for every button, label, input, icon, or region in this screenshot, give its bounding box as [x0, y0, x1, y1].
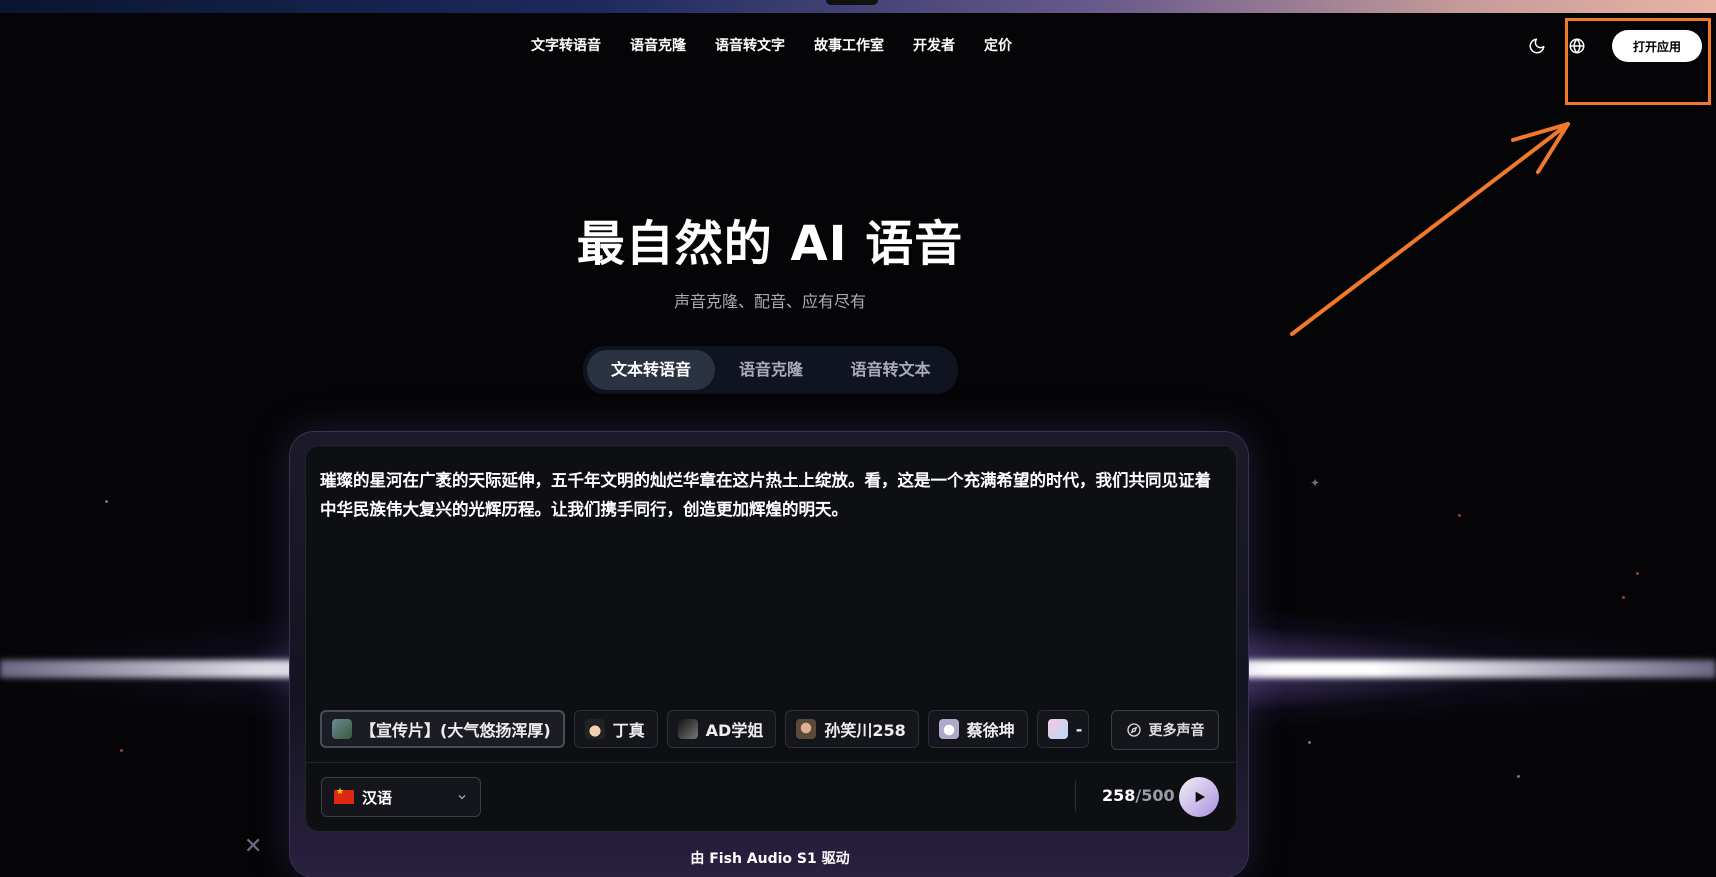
browser-top-strip — [0, 0, 1716, 13]
voice-chip[interactable]: 孙笑川258 — [785, 710, 919, 748]
tab-voice-clone[interactable]: 语音克隆 — [715, 350, 827, 390]
star — [1622, 596, 1625, 599]
play-icon — [1195, 791, 1205, 803]
voice-chip[interactable]: AD学姐 — [666, 710, 777, 748]
char-max: /500 — [1135, 786, 1175, 805]
top-notch — [826, 0, 878, 5]
play-button[interactable] — [1179, 777, 1219, 817]
language-label: 汉语 — [362, 788, 393, 807]
powered-by: 由 Fish Audio S1 驱动 — [690, 851, 850, 867]
footer-separator — [1075, 781, 1076, 811]
star — [1517, 775, 1520, 778]
voice-chip[interactable]: 【宣传片】(大气悠扬浑厚) — [320, 710, 565, 748]
nav-item-tts[interactable]: 文字转语音 — [531, 36, 601, 56]
panel-divider — [305, 762, 1235, 763]
voice-name: 蔡徐坤 — [966, 721, 1015, 740]
annotation-highlight-box — [1565, 18, 1711, 105]
char-counter: 258/500 — [1102, 786, 1175, 805]
star — [120, 749, 123, 752]
voice-name: 【宣传片】(大气悠扬浑厚) — [360, 721, 551, 740]
main-nav: 文字转语音 语音克隆 语音转文字 故事工作室 开发者 定价 — [531, 36, 1012, 56]
hero-subtitle: 声音克隆、配音、应有尽有 — [673, 292, 866, 311]
voice-name: 孙笑川258 — [824, 721, 906, 740]
voice-avatar — [584, 719, 605, 739]
chevron-down-icon — [458, 795, 466, 800]
tts-text-input[interactable]: 璀璨的星河在广袤的天际延伸，五千年文明的灿烂华章在这片热土上绽放。看，这是一个充… — [320, 466, 1220, 524]
sparkle-icon: ✦ — [1310, 476, 1321, 490]
china-flag-icon — [334, 787, 354, 804]
voice-avatar — [796, 719, 817, 739]
voice-name: - — [1075, 719, 1083, 739]
more-voices-label: 更多声音 — [1148, 723, 1205, 739]
hero-title: 最自然的 AI 语音 — [576, 216, 964, 272]
nav-item-pricing[interactable]: 定价 — [984, 36, 1012, 56]
more-voices-button[interactable]: 更多声音 — [1111, 710, 1219, 750]
voice-avatar — [677, 719, 698, 739]
tab-tts[interactable]: 文本转语音 — [587, 350, 715, 390]
nav-item-stt[interactable]: 语音转文字 — [715, 36, 785, 56]
nav-item-developers[interactable]: 开发者 — [913, 36, 955, 56]
mode-tabs: 文本转语音 语音克隆 语音转文本 — [583, 346, 958, 394]
language-select[interactable]: 汉语 — [321, 777, 481, 817]
voice-list: 【宣传片】(大气悠扬浑厚) 丁真 AD学姐 孙笑川258 蔡徐坤 - — [320, 710, 1089, 750]
voice-chip[interactable]: 蔡徐坤 — [927, 710, 1028, 748]
nav-item-voice-clone[interactable]: 语音克隆 — [630, 36, 686, 56]
voice-name: 丁真 — [612, 721, 645, 740]
voice-avatar — [332, 719, 352, 739]
voice-avatar — [1047, 719, 1068, 739]
voice-avatar — [938, 719, 959, 739]
compass-icon — [1126, 723, 1141, 737]
voice-chip[interactable]: 丁真 — [573, 710, 658, 748]
star — [105, 500, 108, 503]
star — [1636, 572, 1639, 575]
voice-chip[interactable]: - — [1036, 710, 1089, 748]
voice-name: AD学姐 — [705, 721, 764, 740]
star — [1458, 514, 1461, 517]
moon-icon[interactable] — [1528, 37, 1546, 55]
tab-stt[interactable]: 语音转文本 — [827, 350, 954, 390]
char-count: 258 — [1102, 786, 1136, 805]
nav-item-story-studio[interactable]: 故事工作室 — [814, 36, 884, 56]
star — [1308, 741, 1311, 744]
